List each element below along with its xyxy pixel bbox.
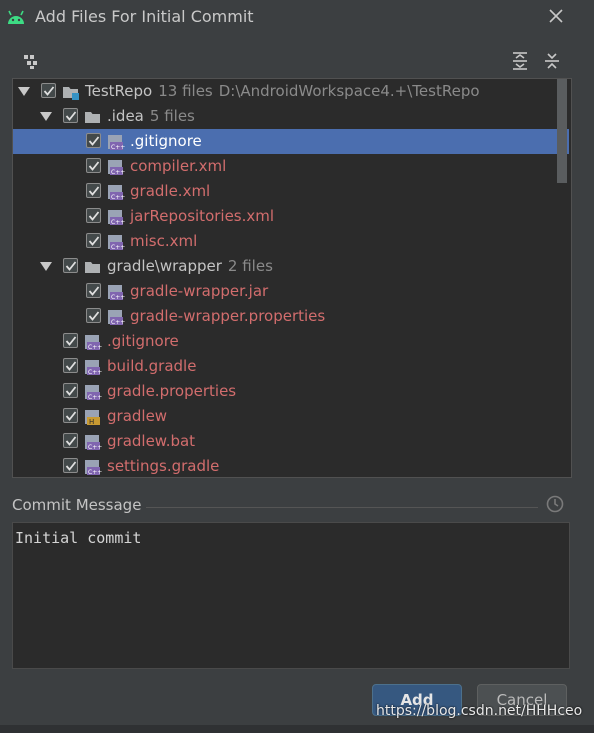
tree-scrollbar[interactable] <box>557 79 567 183</box>
checkbox[interactable] <box>86 308 101 323</box>
checkbox[interactable] <box>63 108 78 123</box>
tree-row-file[interactable]: C++ gradle-wrapper.jar <box>13 279 569 304</box>
svg-text:C++: C++ <box>111 294 125 301</box>
folder-count: 5 files <box>149 107 195 125</box>
cpp-file-icon: C++ <box>108 235 125 251</box>
watermark-text: https://blog.csdn.net/HHHceo <box>376 703 583 719</box>
tree-row-idea-folder[interactable]: .idea 5 files <box>13 104 569 129</box>
folder-icon <box>85 262 100 273</box>
tree-row-file[interactable]: C++ build.gradle <box>13 354 569 379</box>
folder-icon <box>85 112 100 123</box>
cpp-file-icon: C++ <box>108 160 125 176</box>
tree-row-file[interactable]: C++ gradle.properties <box>13 379 569 404</box>
history-clock-icon[interactable] <box>545 494 565 514</box>
tree-row-file[interactable]: C++ .gitignore <box>13 329 569 354</box>
svg-text:C++: C++ <box>111 219 125 226</box>
cpp-file-icon: C++ <box>85 385 102 401</box>
tree-row-file[interactable]: C++ jarRepositories.xml <box>13 204 569 229</box>
expand-all-icon[interactable] <box>510 51 530 71</box>
android-icon <box>8 10 24 24</box>
module-folder-icon <box>63 87 79 100</box>
close-icon[interactable] <box>546 6 566 26</box>
cpp-file-icon: C++ <box>108 135 125 151</box>
expand-arrow-icon[interactable] <box>18 87 30 96</box>
tree-row-file[interactable]: C++ .gitignore <box>13 129 569 154</box>
file-name: build.gradle <box>107 357 197 375</box>
svg-text:C++: C++ <box>88 444 102 451</box>
svg-text:C++: C++ <box>88 469 102 476</box>
cpp-file-icon: C++ <box>108 310 125 326</box>
checkbox[interactable] <box>63 333 78 348</box>
file-name: gradle-wrapper.jar <box>130 282 269 300</box>
checkbox[interactable] <box>63 408 78 423</box>
root-name: TestRepo <box>85 82 153 100</box>
file-name: .gitignore <box>107 332 179 350</box>
checkbox[interactable] <box>41 83 56 98</box>
file-name: compiler.xml <box>130 157 227 175</box>
cpp-file-icon: C++ <box>85 460 102 476</box>
file-name: gradle-wrapper.properties <box>130 307 326 325</box>
cpp-file-icon: C++ <box>108 185 125 201</box>
checkbox[interactable] <box>63 258 78 273</box>
svg-text:C++: C++ <box>88 394 102 401</box>
tree-row-root[interactable]: TestRepo 13 files D:\AndroidWorkspace4.+\T… <box>13 79 569 104</box>
svg-text:C++: C++ <box>111 144 125 151</box>
checkbox[interactable] <box>63 458 78 473</box>
expand-arrow-icon[interactable] <box>40 112 52 121</box>
svg-text:C++: C++ <box>111 194 125 201</box>
cpp-file-icon: C++ <box>85 335 102 351</box>
commit-message-input[interactable]: Initial commit <box>12 522 570 669</box>
file-name: .gitignore <box>130 132 202 150</box>
checkbox[interactable] <box>86 133 101 148</box>
svg-text:H: H <box>89 418 94 426</box>
title-bar: Add Files For Initial Commit <box>0 0 594 34</box>
root-path: D:\AndroidWorkspace4.+\TestRepo <box>218 82 480 100</box>
svg-text:C++: C++ <box>111 169 125 176</box>
file-name: gradlew.bat <box>107 432 196 450</box>
folder-name: .idea <box>107 107 144 125</box>
file-name: settings.gradle <box>107 457 220 475</box>
file-name: gradle.xml <box>130 182 211 200</box>
cpp-file-icon: C++ <box>108 285 125 301</box>
tree-row-file[interactable]: C++ compiler.xml <box>13 154 569 179</box>
file-tree[interactable]: TestRepo 13 files D:\AndroidWorkspace4.+\T… <box>12 78 572 478</box>
tree-row-file[interactable]: C++ gradlew.bat <box>13 429 569 454</box>
svg-text:C++: C++ <box>111 319 125 326</box>
svg-text:C++: C++ <box>88 344 102 351</box>
bottom-strip <box>0 725 594 733</box>
folder-name: gradle\wrapper <box>107 257 222 275</box>
tree-row-file[interactable]: C++ gradle-wrapper.properties <box>13 304 569 329</box>
tree-row-file[interactable]: H gradlew <box>13 404 569 429</box>
checkbox[interactable] <box>86 183 101 198</box>
folder-count: 2 files <box>227 257 273 275</box>
checkbox[interactable] <box>86 233 101 248</box>
header-file-icon: H <box>85 410 100 426</box>
checkbox[interactable] <box>63 358 78 373</box>
tree-row-gradle-wrapper-folder[interactable]: gradle\wrapper 2 files <box>13 254 569 279</box>
checkbox[interactable] <box>63 433 78 448</box>
commit-message-label: Commit Message <box>12 496 142 514</box>
file-name: misc.xml <box>130 232 198 250</box>
root-count: 13 files <box>158 82 213 100</box>
svg-text:C++: C++ <box>88 369 102 376</box>
checkbox[interactable] <box>63 383 78 398</box>
checkbox[interactable] <box>86 283 101 298</box>
checkbox[interactable] <box>86 158 101 173</box>
file-name: jarRepositories.xml <box>130 207 275 225</box>
file-name: gradlew <box>107 407 168 425</box>
file-name: gradle.properties <box>107 382 237 400</box>
tree-row-file[interactable]: C++ misc.xml <box>13 229 569 254</box>
window-title: Add Files For Initial Commit <box>35 7 254 26</box>
cpp-file-icon: C++ <box>85 435 102 451</box>
tree-row-file[interactable]: C++ gradle.xml <box>13 179 569 204</box>
cpp-file-icon: C++ <box>108 210 125 226</box>
expand-arrow-icon[interactable] <box>40 262 52 271</box>
tree-row-file[interactable]: C++ settings.gradle <box>13 454 569 477</box>
cpp-file-icon: C++ <box>85 360 102 376</box>
collapse-all-icon[interactable] <box>542 51 562 71</box>
svg-text:C++: C++ <box>111 244 125 251</box>
separator-line <box>146 507 538 508</box>
checkbox[interactable] <box>86 208 101 223</box>
group-by-icon[interactable] <box>22 52 40 70</box>
